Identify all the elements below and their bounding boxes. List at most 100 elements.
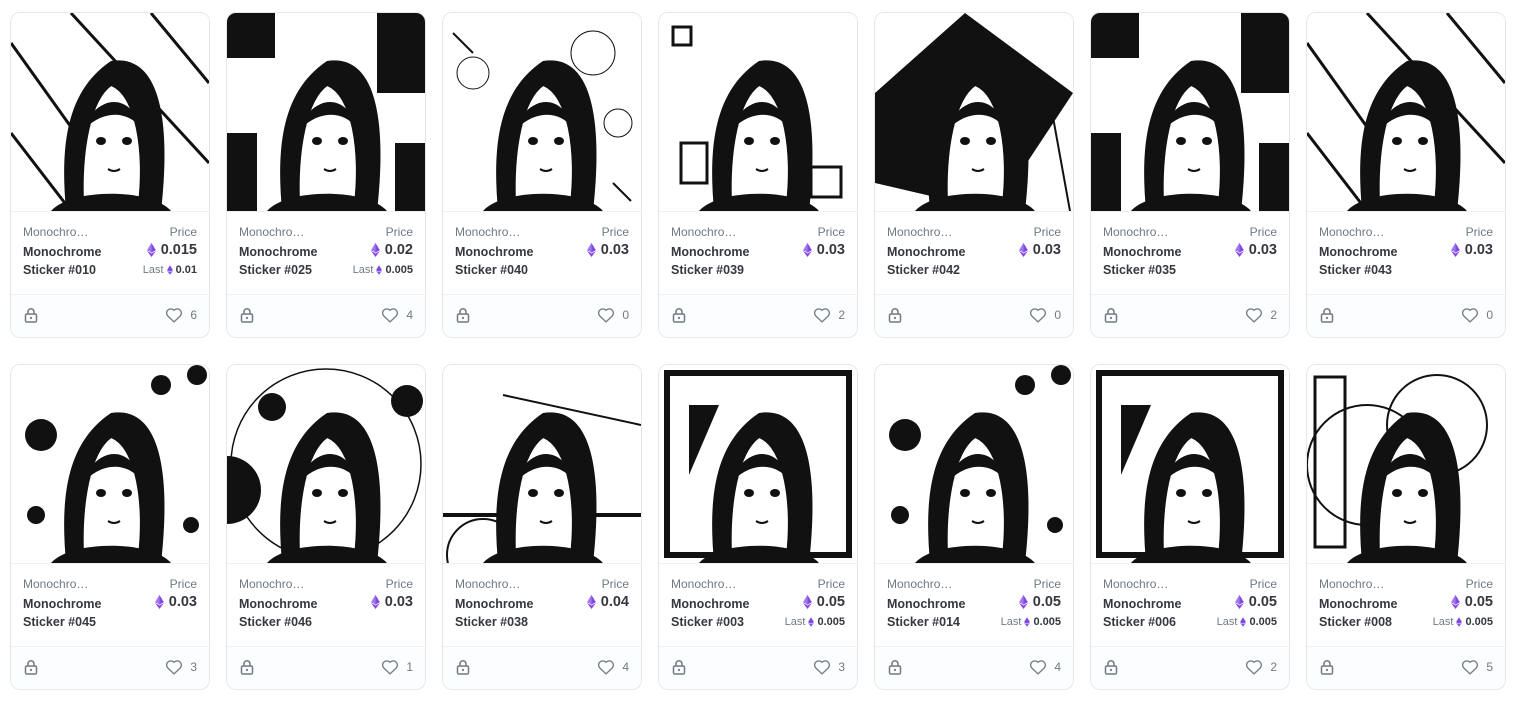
lock-icon[interactable] xyxy=(887,307,903,323)
price-value: 0.05 xyxy=(1248,594,1277,610)
nft-artwork[interactable] xyxy=(443,365,641,564)
nft-artwork[interactable] xyxy=(875,13,1073,212)
collection-name[interactable]: Monochrome Stickers xyxy=(1103,225,1175,239)
heart-icon xyxy=(598,308,615,323)
card-info: Monochrome Stickers Monochrome Sticker #… xyxy=(1307,212,1505,296)
lock-icon[interactable] xyxy=(239,307,255,323)
nft-card[interactable]: Monochrome Stickers Monochrome Sticker #… xyxy=(226,364,426,690)
nft-artwork[interactable] xyxy=(11,365,209,564)
last-sale-value: 0.005 xyxy=(1465,616,1493,628)
nft-name: Monochrome Sticker #045 xyxy=(23,597,102,629)
nft-artwork[interactable] xyxy=(659,13,857,212)
nft-name: Monochrome Sticker #014 xyxy=(887,597,966,629)
lock-icon[interactable] xyxy=(455,659,471,675)
collection-name[interactable]: Monochrome Stickers xyxy=(671,577,743,591)
card-footer: 6 xyxy=(11,294,209,337)
like-button[interactable]: 0 xyxy=(1461,307,1493,323)
nft-artwork[interactable] xyxy=(11,13,209,212)
collection-name[interactable]: Monochrome Stickers xyxy=(1103,577,1175,591)
lock-icon[interactable] xyxy=(1103,307,1119,323)
nft-card[interactable]: Monochrome Stickers Monochrome Sticker #… xyxy=(226,12,426,338)
nft-name: Monochrome Sticker #039 xyxy=(671,245,750,277)
heart-icon xyxy=(1246,308,1263,323)
collection-name[interactable]: Monochrome Stickers xyxy=(239,577,311,591)
price-label: Price xyxy=(601,225,629,239)
nft-card[interactable]: Monochrome Stickers Monochrome Sticker #… xyxy=(874,364,1074,690)
nft-card[interactable]: Monochrome Stickers Monochrome Sticker #… xyxy=(442,364,642,690)
like-button[interactable]: 0 xyxy=(1029,307,1061,323)
ethereum-icon xyxy=(154,595,164,609)
nft-name: Monochrome Sticker #008 xyxy=(1319,597,1398,629)
heart-icon xyxy=(1462,660,1479,675)
card-footer: 4 xyxy=(875,646,1073,689)
nft-name: Monochrome Sticker #040 xyxy=(455,245,534,277)
lock-icon[interactable] xyxy=(23,659,39,675)
nft-artwork[interactable] xyxy=(659,365,857,564)
lock-icon[interactable] xyxy=(887,659,903,675)
lock-icon[interactable] xyxy=(671,659,687,675)
collection-name[interactable]: Monochrome Stickers xyxy=(671,225,743,239)
nft-artwork[interactable] xyxy=(875,365,1073,564)
price: 0.03 xyxy=(802,242,845,258)
last-sale-value: 0.005 xyxy=(1033,616,1061,628)
lock-icon[interactable] xyxy=(23,307,39,323)
price-label: Price xyxy=(169,225,197,239)
heart-icon xyxy=(1030,308,1047,323)
nft-card[interactable]: Monochrome Stickers Monochrome Sticker #… xyxy=(1306,364,1506,690)
nft-artwork[interactable] xyxy=(443,13,641,212)
nft-card[interactable]: Monochrome Stickers Monochrome Sticker #… xyxy=(1090,364,1290,690)
nft-card[interactable]: Monochrome Stickers Monochrome Sticker #… xyxy=(874,12,1074,338)
like-button[interactable]: 1 xyxy=(381,659,413,675)
price-label: Price xyxy=(385,577,413,591)
nft-card[interactable]: Monochrome Stickers Monochrome Sticker #… xyxy=(658,12,858,338)
collection-name[interactable]: Monochrome Stickers xyxy=(1319,225,1391,239)
nft-artwork[interactable] xyxy=(1307,13,1505,212)
like-button[interactable]: 2 xyxy=(813,307,845,323)
nft-artwork[interactable] xyxy=(1091,365,1289,564)
nft-name: Monochrome Sticker #003 xyxy=(671,597,750,629)
nft-card[interactable]: Monochrome Stickers Monochrome Sticker #… xyxy=(442,12,642,338)
lock-icon[interactable] xyxy=(455,307,471,323)
price-value: 0.03 xyxy=(816,242,845,258)
like-button[interactable]: 6 xyxy=(165,307,197,323)
nft-card[interactable]: Monochrome Stickers Monochrome Sticker #… xyxy=(10,364,210,690)
last-sale-label: Last xyxy=(784,616,806,628)
like-button[interactable]: 3 xyxy=(165,659,197,675)
like-button[interactable]: 2 xyxy=(1245,307,1277,323)
lock-icon[interactable] xyxy=(1319,659,1335,675)
price-label: Price xyxy=(1033,577,1061,591)
nft-artwork[interactable] xyxy=(227,13,425,212)
like-button[interactable]: 2 xyxy=(1245,659,1277,675)
price: 0.03 xyxy=(154,594,197,610)
collection-name[interactable]: Monochrome Stickers xyxy=(1319,577,1391,591)
like-button[interactable]: 4 xyxy=(1029,659,1061,675)
lock-icon[interactable] xyxy=(1319,307,1335,323)
nft-card[interactable]: Monochrome Stickers Monochrome Sticker #… xyxy=(1306,12,1506,338)
collection-name[interactable]: Monochrome Stickers xyxy=(455,225,527,239)
lock-icon[interactable] xyxy=(671,307,687,323)
collection-name[interactable]: Monochrome Stickers xyxy=(23,225,95,239)
price-value: 0.04 xyxy=(600,594,629,610)
like-button[interactable]: 3 xyxy=(813,659,845,675)
collection-name[interactable]: Monochrome Stickers xyxy=(455,577,527,591)
like-button[interactable]: 5 xyxy=(1461,659,1493,675)
ethereum-icon xyxy=(802,243,812,257)
nft-card[interactable]: Monochrome Stickers Monochrome Sticker #… xyxy=(10,12,210,338)
nft-artwork[interactable] xyxy=(227,365,425,564)
nft-card[interactable]: Monochrome Stickers Monochrome Sticker #… xyxy=(658,364,858,690)
lock-icon[interactable] xyxy=(239,659,255,675)
nft-name: Monochrome Sticker #010 xyxy=(23,245,102,277)
collection-name[interactable]: Monochrome Stickers xyxy=(23,577,95,591)
lock-icon[interactable] xyxy=(1103,659,1119,675)
nft-artwork[interactable] xyxy=(1091,13,1289,212)
nft-artwork[interactable] xyxy=(1307,365,1505,564)
nft-card[interactable]: Monochrome Stickers Monochrome Sticker #… xyxy=(1090,12,1290,338)
like-button[interactable]: 4 xyxy=(597,659,629,675)
price: 0.03 xyxy=(370,594,413,610)
like-button[interactable]: 4 xyxy=(381,307,413,323)
collection-name[interactable]: Monochrome Stickers xyxy=(239,225,311,239)
like-button[interactable]: 0 xyxy=(597,307,629,323)
collection-name[interactable]: Monochrome Stickers xyxy=(887,225,959,239)
collection-name[interactable]: Monochrome Stickers xyxy=(887,577,959,591)
price-value: 0.03 xyxy=(384,594,413,610)
